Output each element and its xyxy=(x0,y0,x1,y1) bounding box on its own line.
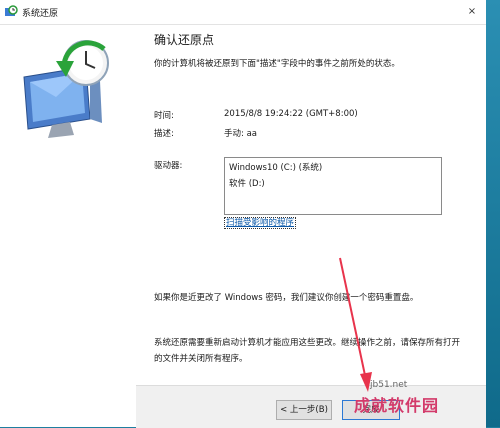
system-restore-icon xyxy=(5,5,18,16)
main-content: 确认还原点 你的计算机将被还原到下面"描述"字段中的事件之前所处的状态。 时间:… xyxy=(136,25,486,428)
left-pane xyxy=(0,25,136,427)
list-item: Windows10 (C:) (系统) xyxy=(229,163,323,173)
desktop-background xyxy=(486,0,500,427)
watermark-site: jb51.net xyxy=(370,380,408,390)
window-title: 系统还原 xyxy=(22,9,59,19)
title-bar: 系统还原 × xyxy=(0,0,486,25)
restore-illustration-icon xyxy=(23,40,109,138)
scan-affected-programs-link[interactable]: 扫描受影响的程序 xyxy=(224,216,297,229)
restore-description: 你的计算机将被还原到下面"描述"字段中的事件之前所处的状态。 xyxy=(154,59,400,69)
list-item: 软件 (D:) xyxy=(229,179,265,189)
drives-label: 驱动器: xyxy=(154,161,183,171)
watermark-brand: 成就软件园 xyxy=(354,396,440,415)
time-value: 2015/8/8 19:24:22 (GMT+8:00) xyxy=(224,109,358,119)
time-label: 时间: xyxy=(154,111,174,121)
description-label: 描述: xyxy=(154,129,174,139)
scan-link-text: 扫描受影响的程序 xyxy=(224,217,297,229)
system-restore-window: 系统还原 × 确认还原点 你的计算机将被还原到下面"描述"字段中的事件之前所处的… xyxy=(0,0,486,428)
password-note: 如果你是近更改了 Windows 密码，我们建议你创建一个密码重置盘。 xyxy=(154,293,419,303)
back-button[interactable]: < 上一步(B) xyxy=(276,400,332,420)
close-button[interactable]: × xyxy=(464,5,480,19)
restart-note: 系统还原需要重新启动计算机才能应用这些更改。继续操作之前，请保存所有打开的文件并… xyxy=(154,338,461,364)
drives-list[interactable]: Windows10 (C:) (系统) 软件 (D:) xyxy=(224,157,442,215)
page-title: 确认还原点 xyxy=(154,33,215,47)
description-value: 手动: aa xyxy=(224,129,257,139)
